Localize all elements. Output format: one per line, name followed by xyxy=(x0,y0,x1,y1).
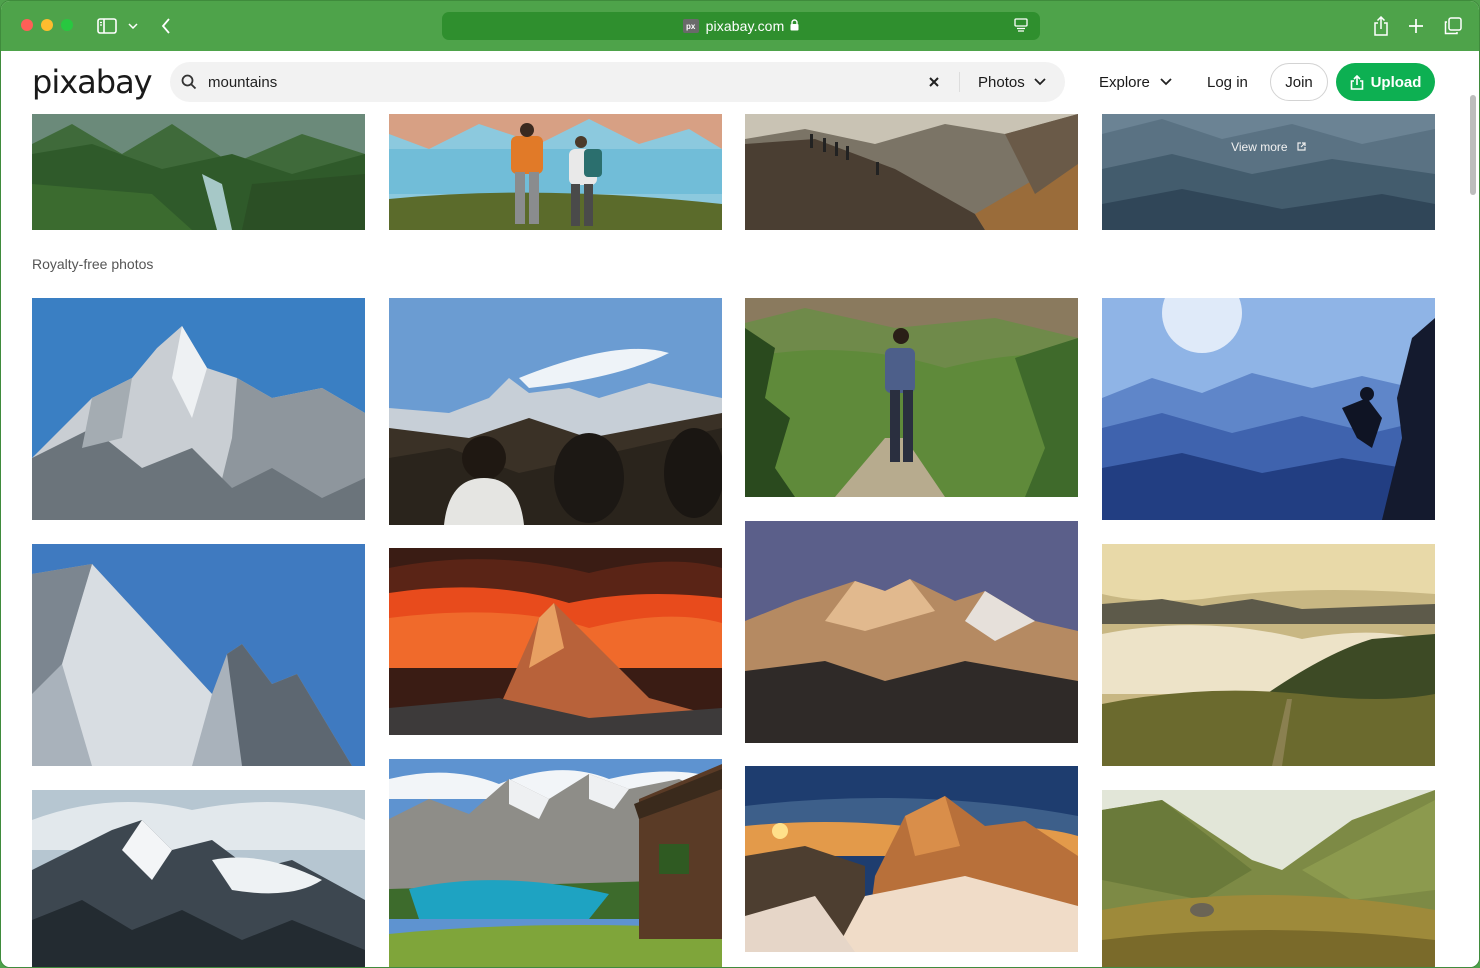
search-icon[interactable] xyxy=(181,74,197,95)
reader-mode-icon[interactable] xyxy=(1014,18,1028,35)
url-text: pixabay.com xyxy=(705,18,785,34)
minimize-window-button[interactable] xyxy=(41,19,53,31)
site-favicon: px xyxy=(682,19,699,33)
photo-tile[interactable] xyxy=(1102,790,1435,967)
close-window-button[interactable] xyxy=(21,19,33,31)
photo-tile[interactable] xyxy=(32,298,365,520)
scrollbar[interactable] xyxy=(1467,51,1479,967)
photo-tile[interactable] xyxy=(745,114,1078,230)
media-type-label: Photos xyxy=(978,73,1025,91)
view-more-label: View more xyxy=(1231,140,1288,154)
explore-menu[interactable]: Explore xyxy=(1099,62,1172,102)
share-icon[interactable] xyxy=(1372,14,1390,38)
photo-tile[interactable] xyxy=(745,298,1078,497)
photo-tile[interactable] xyxy=(32,114,365,230)
search-results: View more Royalty-free photos xyxy=(1,114,1467,967)
upload-button[interactable]: Upload xyxy=(1336,63,1435,101)
photo-tile[interactable] xyxy=(1102,298,1435,520)
lock-icon xyxy=(790,18,799,34)
scrollbar-thumb[interactable] xyxy=(1470,95,1476,195)
chevron-down-icon xyxy=(1160,78,1172,86)
upload-icon xyxy=(1350,74,1363,90)
photo-tile[interactable] xyxy=(1102,544,1435,766)
photo-tile[interactable] xyxy=(32,790,365,967)
browser-window: px pixabay.com pixabay mountains Photos … xyxy=(0,0,1480,968)
section-heading: Royalty-free photos xyxy=(32,256,154,272)
new-tab-icon[interactable] xyxy=(1407,14,1425,38)
tab-overview-icon[interactable] xyxy=(1443,14,1463,38)
zoom-window-button[interactable] xyxy=(61,19,73,31)
photo-tile[interactable] xyxy=(745,521,1078,743)
photo-tile[interactable] xyxy=(389,548,722,735)
sidebar-toggle-icon[interactable] xyxy=(96,14,118,38)
search-input[interactable] xyxy=(208,62,908,102)
search-bar: Photos xyxy=(170,62,1065,102)
join-button[interactable]: Join xyxy=(1270,63,1328,101)
view-more-link[interactable]: View more xyxy=(1102,140,1435,154)
site-header: pixabay Photos Explore Log in Join Uploa… xyxy=(1,51,1479,114)
explore-label: Explore xyxy=(1099,73,1150,91)
chevron-down-icon[interactable] xyxy=(127,14,139,38)
back-arrow-icon[interactable] xyxy=(159,14,173,38)
photo-tile[interactable] xyxy=(389,298,722,525)
clear-search-icon[interactable] xyxy=(927,75,941,94)
photo-tile[interactable] xyxy=(32,544,365,766)
photo-tile[interactable] xyxy=(389,759,722,967)
search-divider xyxy=(959,72,960,92)
login-link[interactable]: Log in xyxy=(1207,62,1248,102)
browser-toolbar: px pixabay.com xyxy=(1,1,1479,51)
address-bar[interactable]: px pixabay.com xyxy=(442,12,1040,40)
photo-tile[interactable]: View more xyxy=(1102,114,1435,230)
media-type-dropdown[interactable]: Photos xyxy=(978,62,1046,102)
pixabay-logo[interactable]: pixabay xyxy=(32,63,153,101)
photo-tile[interactable] xyxy=(745,766,1078,952)
chevron-down-icon xyxy=(1034,78,1046,86)
photo-tile[interactable] xyxy=(389,114,722,230)
external-link-icon xyxy=(1297,142,1306,151)
upload-label: Upload xyxy=(1370,73,1422,91)
